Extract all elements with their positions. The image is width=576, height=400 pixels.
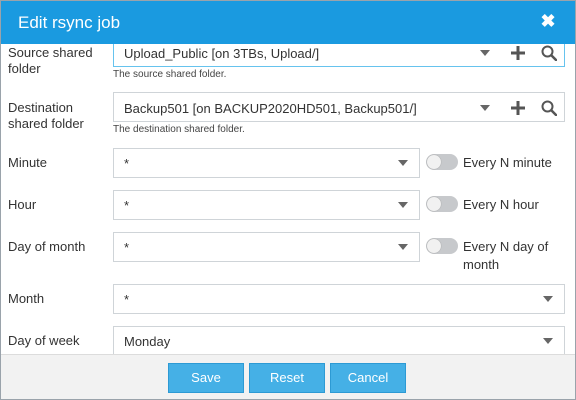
close-icon[interactable]: ✖ bbox=[537, 10, 559, 32]
chevron-down-icon[interactable] bbox=[543, 338, 553, 344]
form-content: Source shared folder Upload_Public [on 3… bbox=[1, 44, 575, 354]
month-select[interactable]: * bbox=[113, 284, 565, 314]
chevron-down-icon[interactable] bbox=[480, 50, 490, 56]
every-n-day-of-month-toggle[interactable] bbox=[426, 238, 458, 254]
reset-button[interactable]: Reset bbox=[249, 363, 325, 393]
plus-icon[interactable] bbox=[510, 100, 526, 116]
source-folder-value: Upload_Public [on 3TBs, Upload/] bbox=[124, 46, 320, 61]
source-folder-hint: The source shared folder. bbox=[113, 69, 227, 80]
every-n-hour-label: Every N hour bbox=[463, 197, 539, 212]
hour-select[interactable]: * bbox=[113, 190, 420, 220]
plus-icon[interactable] bbox=[510, 45, 526, 61]
chevron-down-icon[interactable] bbox=[398, 244, 408, 250]
every-n-day-of-month-label: Every N day of month bbox=[463, 239, 549, 272]
minute-select[interactable]: * bbox=[113, 148, 420, 178]
toggle-knob bbox=[427, 239, 441, 253]
toggle-knob bbox=[427, 197, 441, 211]
cancel-button[interactable]: Cancel bbox=[330, 363, 406, 393]
day-of-month-value: * bbox=[124, 240, 130, 255]
dialog-footer: Save Reset Cancel bbox=[1, 354, 575, 399]
toggle-knob bbox=[427, 155, 441, 169]
destination-folder-value: Backup501 [on BACKUP2020HD501, Backup501… bbox=[124, 101, 417, 116]
dialog-title: Edit rsync job bbox=[18, 13, 121, 32]
month-label: Month bbox=[8, 291, 45, 306]
title-bar: Edit rsync job ✖ bbox=[1, 1, 575, 44]
chevron-down-icon[interactable] bbox=[398, 202, 408, 208]
search-icon[interactable] bbox=[541, 100, 557, 116]
day-of-week-label: Day of week bbox=[8, 333, 80, 348]
day-of-week-value: Monday bbox=[124, 334, 171, 349]
hour-label: Hour bbox=[8, 197, 37, 212]
minute-value: * bbox=[124, 156, 130, 171]
chevron-down-icon[interactable] bbox=[480, 105, 490, 111]
destination-folder-select[interactable]: Backup501 [on BACKUP2020HD501, Backup501… bbox=[113, 92, 565, 122]
hour-value: * bbox=[124, 198, 130, 213]
destination-folder-hint: The destination shared folder. bbox=[113, 124, 245, 135]
month-value: * bbox=[124, 292, 130, 307]
day-of-month-select[interactable]: * bbox=[113, 232, 420, 262]
edit-rsync-dialog: Edit rsync job ✖ Source shared folder Up… bbox=[0, 0, 576, 400]
destination-folder-label: Destination shared folder bbox=[8, 100, 84, 131]
every-n-minute-label: Every N minute bbox=[463, 155, 552, 170]
every-n-minute-toggle[interactable] bbox=[426, 154, 458, 170]
day-of-month-label: Day of month bbox=[8, 239, 86, 254]
source-folder-label: Source shared folder bbox=[8, 45, 93, 76]
minute-label: Minute bbox=[8, 155, 48, 170]
every-n-hour-toggle[interactable] bbox=[426, 196, 458, 212]
chevron-down-icon[interactable] bbox=[543, 296, 553, 302]
source-folder-select[interactable]: Upload_Public [on 3TBs, Upload/] bbox=[113, 44, 565, 67]
day-of-week-select[interactable]: Monday bbox=[113, 326, 565, 354]
chevron-down-icon[interactable] bbox=[398, 160, 408, 166]
search-icon[interactable] bbox=[541, 45, 557, 61]
save-button[interactable]: Save bbox=[168, 363, 244, 393]
